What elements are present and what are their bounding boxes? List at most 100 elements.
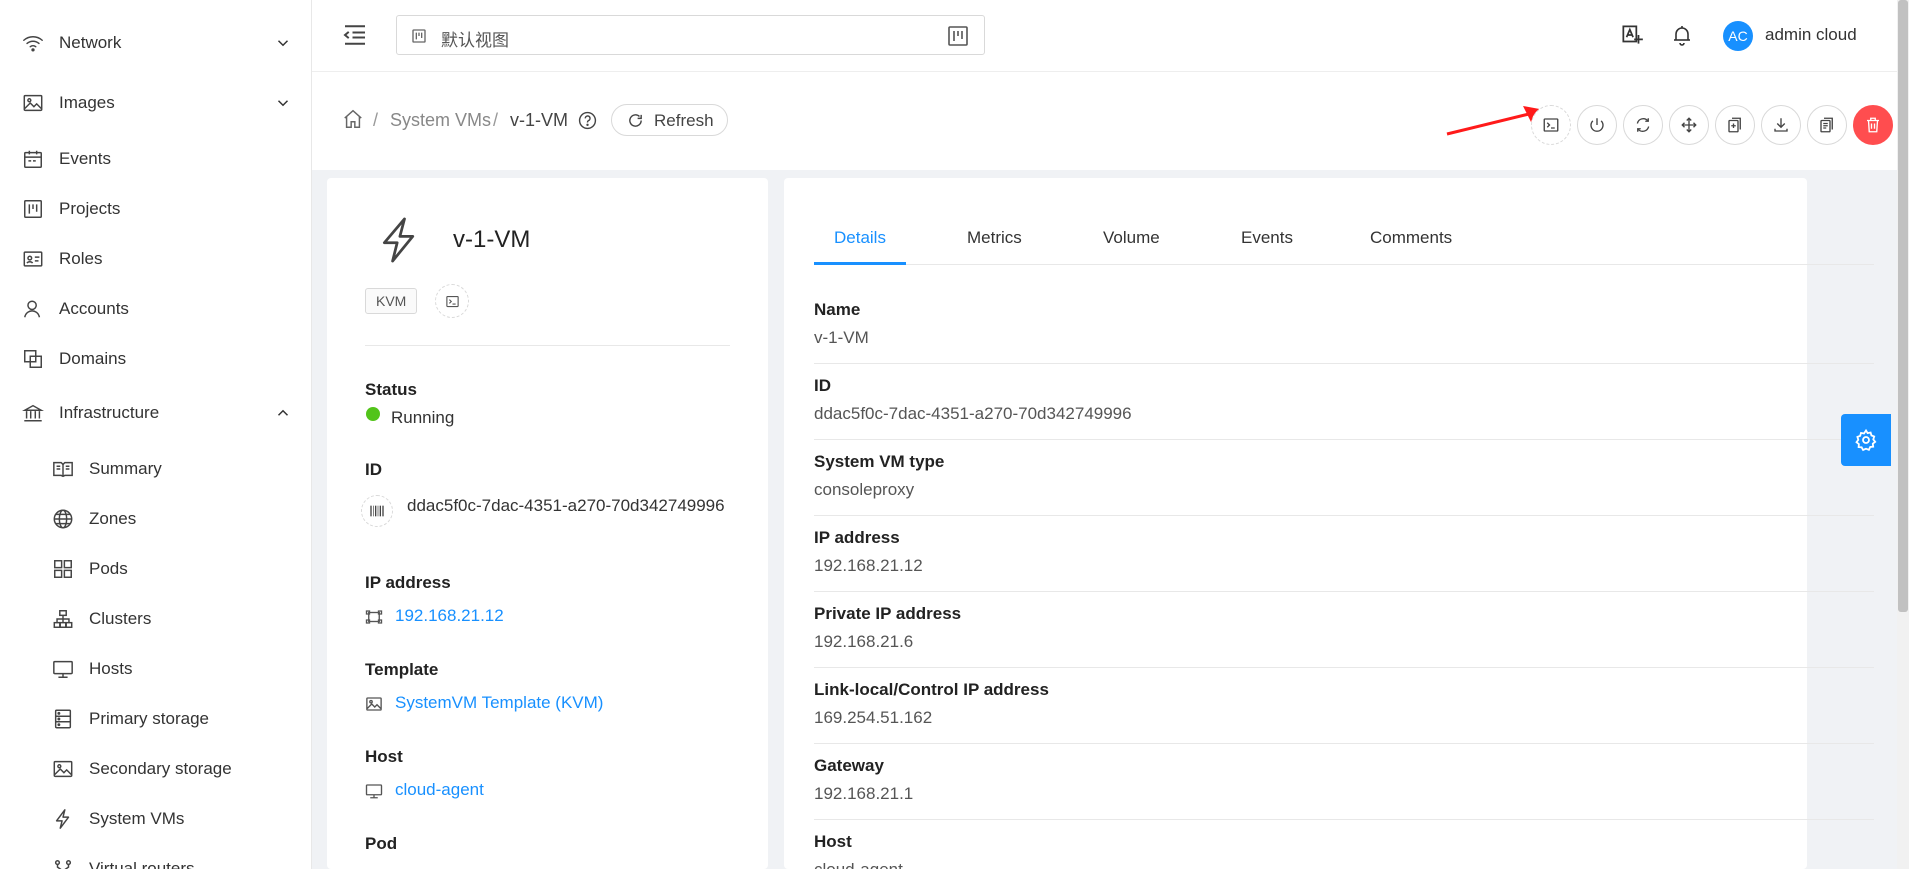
detail-value: 192.168.21.12 xyxy=(814,556,923,575)
sidebar-item-accounts[interactable]: Accounts xyxy=(0,287,311,331)
stop-vm-button[interactable] xyxy=(1577,105,1617,145)
breadcrumb-current: v-1-VM xyxy=(510,110,568,130)
menu-fold-icon[interactable] xyxy=(340,20,370,50)
picture-icon xyxy=(51,757,75,781)
project-selector-value: 默认视图 xyxy=(441,31,509,50)
detail-value: 169.254.51.162 xyxy=(814,708,933,727)
project-selector[interactable]: 默认视图 xyxy=(396,15,985,55)
sidebar-item-zones[interactable]: Zones xyxy=(0,497,311,541)
chevron-up-icon xyxy=(274,404,292,422)
desktop-icon xyxy=(365,782,383,800)
detail-value: 192.168.21.6 xyxy=(814,632,914,651)
sidebar: Network Images Events Projects Roles Acc… xyxy=(0,0,312,869)
divider xyxy=(814,439,1874,440)
id-value: ddac5f0c-7dac-4351-a270-70d342749996 xyxy=(407,496,725,515)
pod-label: Pod xyxy=(365,834,398,853)
detail-label: IP address xyxy=(814,528,900,547)
sidebar-item-label: System VMs xyxy=(89,809,185,828)
sync-icon xyxy=(1636,118,1650,132)
question-circle-icon[interactable] xyxy=(578,111,597,130)
barcode-icon xyxy=(370,505,384,517)
sidebar-item-roles[interactable]: Roles xyxy=(0,237,311,281)
sidebar-item-label: Primary storage xyxy=(89,709,209,728)
fork-icon xyxy=(51,857,75,869)
scrollbar-thumb[interactable] xyxy=(1898,0,1908,612)
host-label: Host xyxy=(365,747,403,766)
detail-label: Host xyxy=(814,832,852,851)
sidebar-item-summary[interactable]: Summary xyxy=(0,447,311,491)
reboot-vm-button[interactable] xyxy=(1623,105,1663,145)
sidebar-item-network[interactable]: Network xyxy=(0,21,311,65)
picture-icon xyxy=(21,91,45,115)
sidebar-item-label: Accounts xyxy=(59,299,129,318)
refresh-button[interactable]: Refresh xyxy=(611,104,728,136)
calendar-icon xyxy=(21,147,45,171)
sidebar-item-images[interactable]: Images xyxy=(0,81,311,125)
migrate-vm-button[interactable] xyxy=(1669,105,1709,145)
details-card: Details Metrics Volume Events Comments N… xyxy=(784,178,1874,869)
vm-name-title: v-1-VM xyxy=(453,226,531,253)
sidebar-item-virtual-routers[interactable]: Virtual routers xyxy=(0,847,311,869)
sidebar-item-events[interactable]: Events xyxy=(0,137,311,181)
gear-icon xyxy=(1855,428,1877,452)
user-icon xyxy=(21,297,45,321)
tab-metrics[interactable]: Metrics xyxy=(967,228,1022,248)
bell-icon[interactable] xyxy=(1670,23,1694,47)
avatar[interactable]: AC xyxy=(1723,21,1753,51)
vm-info-card: v-1-VM KVM Status Running ID ddac5f0c-7d… xyxy=(327,178,768,869)
active-tab-indicator xyxy=(814,262,906,265)
id-label: ID xyxy=(365,460,382,479)
sidebar-item-projects[interactable]: Projects xyxy=(0,187,311,231)
hypervisor-tag: KVM xyxy=(365,288,418,314)
detail-label: Gateway xyxy=(814,756,884,775)
home-icon[interactable] xyxy=(342,108,364,130)
snippets-icon xyxy=(1820,117,1833,133)
sidebar-item-label: Projects xyxy=(59,199,121,218)
tab-details[interactable]: Details xyxy=(834,228,886,248)
sidebar-item-label: Infrastructure xyxy=(59,403,160,422)
breadcrumb-bar: / System VMs / v-1-VM Refresh xyxy=(312,72,1897,170)
template-link[interactable]: SystemVM Template (KVM) xyxy=(395,693,603,713)
download-button[interactable] xyxy=(1761,105,1801,145)
sidebar-item-clusters[interactable]: Clusters xyxy=(0,597,311,641)
project-icon xyxy=(946,24,970,48)
status-value: Running xyxy=(391,408,455,427)
sidebar-item-pods[interactable]: Pods xyxy=(0,547,311,591)
reload-icon xyxy=(627,112,644,129)
divider xyxy=(814,515,1874,516)
view-console-button[interactable] xyxy=(1531,105,1571,145)
ip-address-link[interactable]: 192.168.21.12 xyxy=(395,606,504,626)
thunderbolt-icon xyxy=(377,216,421,264)
divider xyxy=(814,819,1874,820)
sidebar-item-domains[interactable]: Domains xyxy=(0,337,311,381)
thunderbolt-icon xyxy=(51,807,75,831)
sidebar-item-hosts[interactable]: Hosts xyxy=(0,647,311,691)
tab-comments[interactable]: Comments xyxy=(1370,228,1452,248)
user-name[interactable]: admin cloud xyxy=(1765,25,1857,45)
sidebar-item-secondary-storage[interactable]: Secondary storage xyxy=(0,747,311,791)
wifi-icon xyxy=(21,31,45,55)
detail-label: Name xyxy=(814,300,861,319)
view-console-button[interactable] xyxy=(435,284,469,318)
copy-id-button[interactable] xyxy=(361,495,393,527)
settings-button[interactable] xyxy=(1841,414,1891,466)
sidebar-item-primary-storage[interactable]: Primary storage xyxy=(0,697,311,741)
sidebar-item-system-vms[interactable]: System VMs xyxy=(0,797,311,841)
translate-icon[interactable] xyxy=(1619,22,1645,48)
breadcrumb-system-vms[interactable]: System VMs xyxy=(390,110,491,131)
tab-events[interactable]: Events xyxy=(1241,228,1293,248)
read-icon xyxy=(51,457,75,481)
cluster-icon xyxy=(51,607,75,631)
ip-address-label: IP address xyxy=(365,573,451,592)
poweroff-icon xyxy=(1590,118,1604,132)
destroy-vm-button[interactable] xyxy=(1853,105,1893,145)
global-icon xyxy=(51,507,75,531)
tab-volume[interactable]: Volume xyxy=(1103,228,1160,248)
detail-label: ID xyxy=(814,376,831,395)
divider xyxy=(365,345,730,346)
scale-vm-button[interactable] xyxy=(1715,105,1755,145)
refresh-label: Refresh xyxy=(654,111,714,130)
host-link[interactable]: cloud-agent xyxy=(395,780,484,800)
copy-button[interactable] xyxy=(1807,105,1847,145)
sidebar-item-infrastructure[interactable]: Infrastructure xyxy=(0,391,311,435)
